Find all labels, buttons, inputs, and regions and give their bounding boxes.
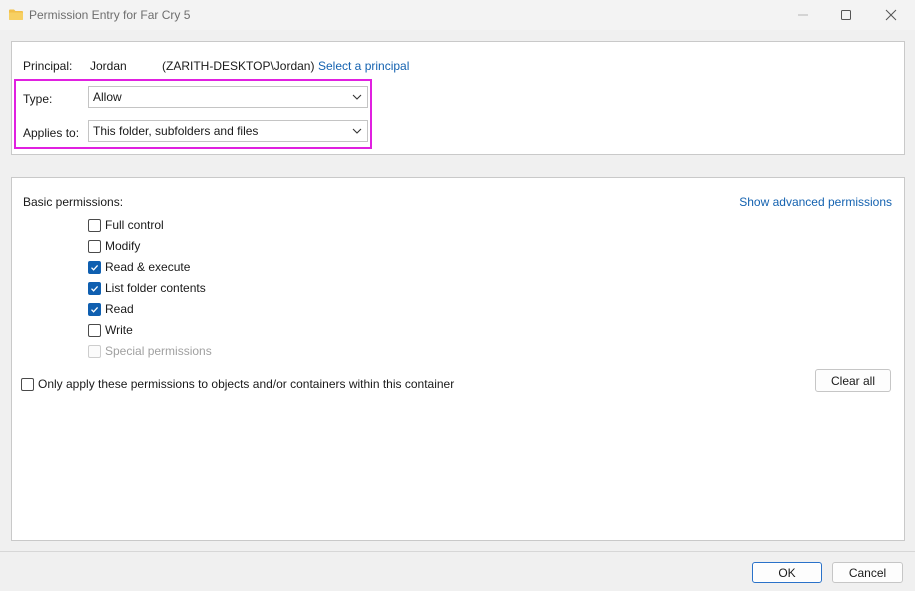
checkbox[interactable] <box>21 377 34 391</box>
permission-write[interactable]: Write <box>88 322 133 338</box>
title-bar: Permission Entry for Far Cry 5 <box>0 0 915 30</box>
type-value: Allow <box>93 90 122 104</box>
permission-label: Write <box>105 323 133 337</box>
show-advanced-permissions-link[interactable]: Show advanced permissions <box>739 195 892 209</box>
principal-name: Jordan <box>90 59 127 73</box>
minimize-icon <box>798 14 808 16</box>
principal-account: (ZARITH-DESKTOP\Jordan) <box>162 59 315 73</box>
applies-to-dropdown[interactable]: This folder, subfolders and files <box>88 120 368 142</box>
cancel-button[interactable]: Cancel <box>832 562 903 583</box>
checkbox <box>88 344 101 358</box>
permission-read[interactable]: Read <box>88 301 134 317</box>
folder-icon <box>9 9 23 20</box>
close-icon <box>885 9 897 21</box>
permission-modify[interactable]: Modify <box>88 238 140 254</box>
type-dropdown[interactable]: Allow <box>88 86 368 108</box>
only-apply-option[interactable]: Only apply these permissions to objects … <box>21 376 454 392</box>
type-label: Type: <box>23 92 53 106</box>
maximize-icon <box>841 10 851 20</box>
maximize-button[interactable] <box>823 0 869 30</box>
checkmark-icon <box>91 285 99 292</box>
permission-label: List folder contents <box>105 281 206 295</box>
select-principal-link[interactable]: Select a principal <box>318 59 409 73</box>
permission-label: Read & execute <box>105 260 191 274</box>
footer-divider <box>0 551 915 552</box>
checkbox[interactable] <box>88 323 101 337</box>
close-button[interactable] <box>868 0 914 30</box>
checkbox[interactable] <box>88 302 101 316</box>
only-apply-label: Only apply these permissions to objects … <box>38 377 455 391</box>
chevron-down-icon <box>352 128 362 134</box>
window-title: Permission Entry for Far Cry 5 <box>29 8 191 22</box>
checkbox[interactable] <box>88 239 101 253</box>
ok-button[interactable]: OK <box>752 562 822 583</box>
permission-read-execute[interactable]: Read & execute <box>88 259 190 275</box>
permission-label: Modify <box>105 239 141 253</box>
applies-to-value: This folder, subfolders and files <box>93 124 259 138</box>
applies-to-label: Applies to: <box>23 126 80 140</box>
permission-list-folder-contents[interactable]: List folder contents <box>88 280 206 296</box>
checkmark-icon <box>91 306 99 313</box>
basic-permissions-label: Basic permissions: <box>23 195 124 209</box>
checkbox[interactable] <box>88 281 101 295</box>
permission-full-control[interactable]: Full control <box>88 217 164 233</box>
checkbox[interactable] <box>88 260 101 274</box>
checkmark-icon <box>91 264 99 271</box>
permission-label: Read <box>105 302 134 316</box>
checkbox[interactable] <box>88 218 101 232</box>
permission-label: Special permissions <box>105 344 212 358</box>
principal-label: Principal: <box>23 59 73 73</box>
permission-special: Special permissions <box>88 343 212 359</box>
permission-label: Full control <box>105 218 164 232</box>
chevron-down-icon <box>352 94 362 100</box>
minimize-button[interactable] <box>780 0 826 30</box>
clear-all-button[interactable]: Clear all <box>815 369 891 392</box>
